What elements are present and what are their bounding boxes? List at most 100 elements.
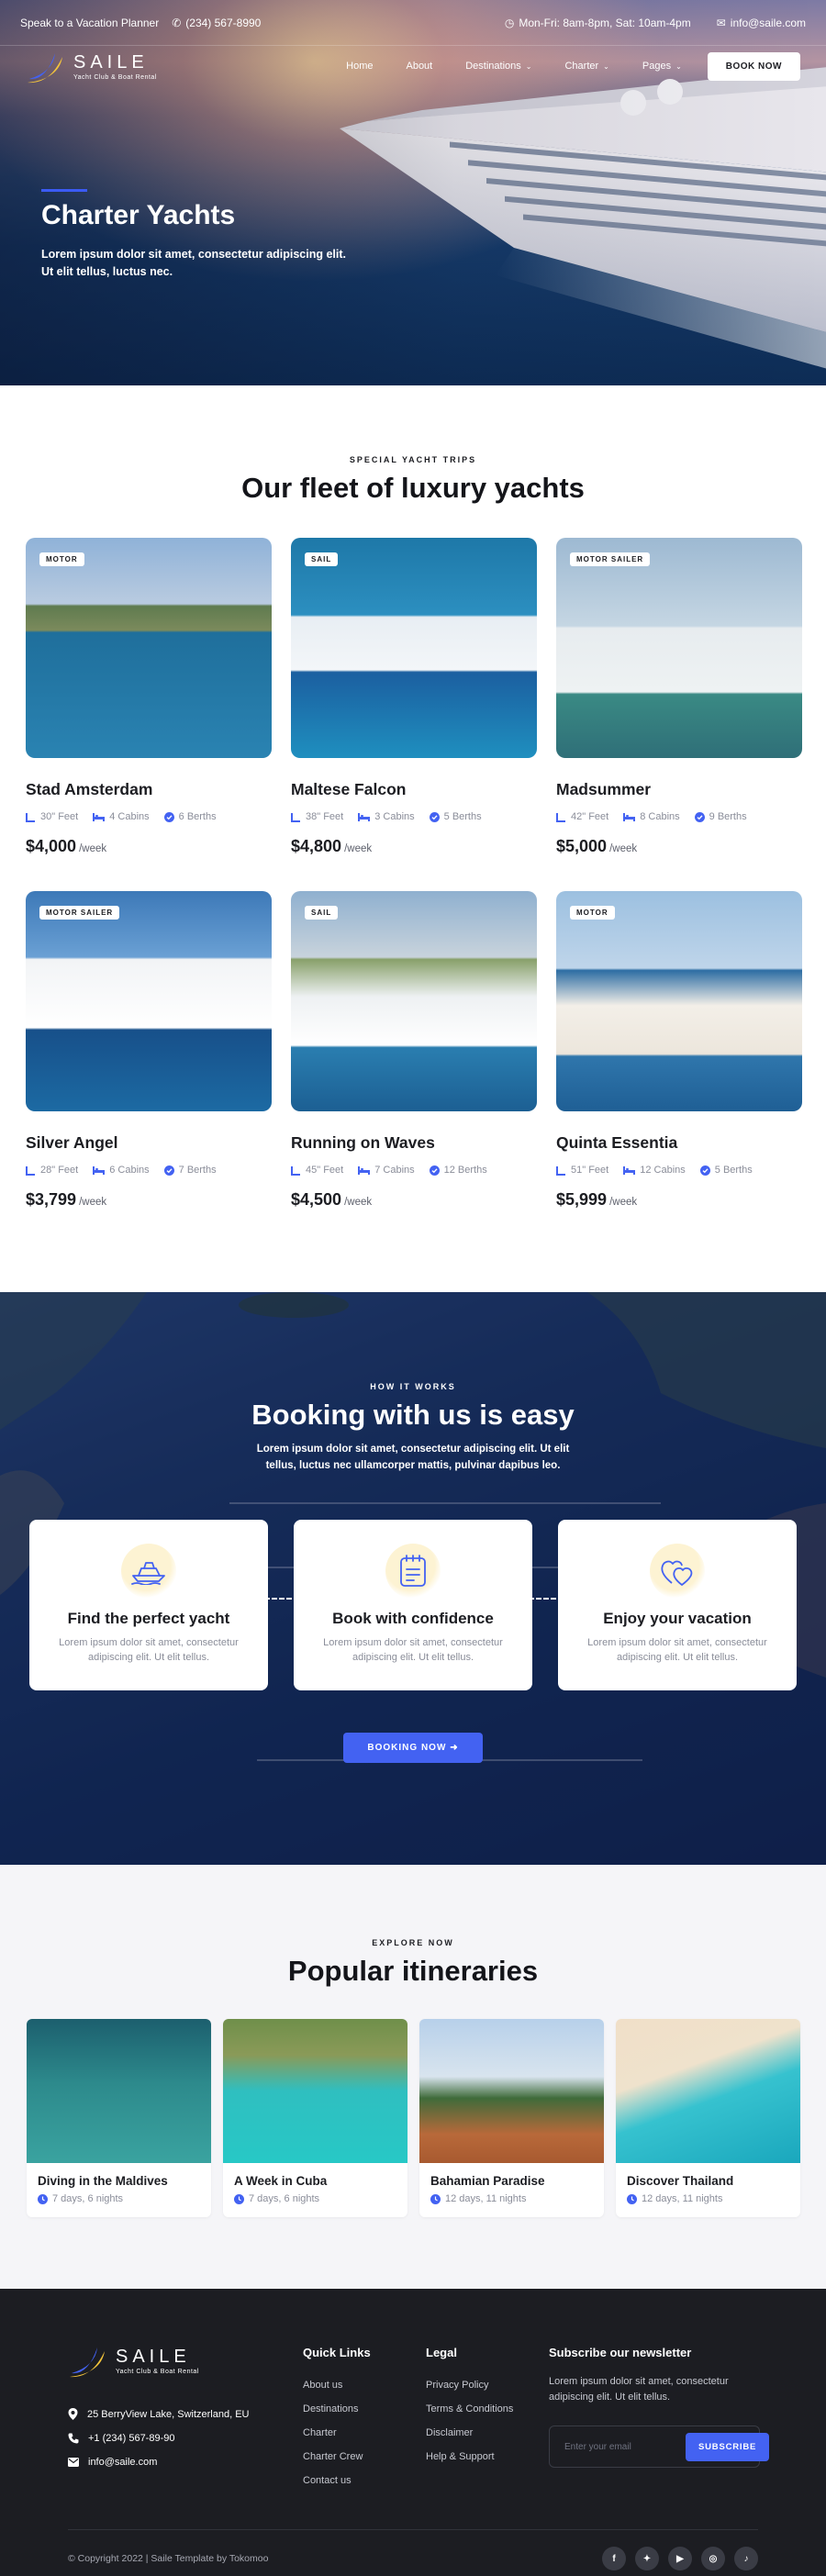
yacht-name[interactable]: Stad Amsterdam	[26, 780, 272, 799]
yacht-specs: 42" Feet 8 Cabins 9 Berths	[556, 811, 802, 822]
yacht-image[interactable]: MOTOR SAILER	[26, 891, 272, 1111]
footer-link-about[interactable]: About us	[303, 2380, 371, 2391]
site-logo[interactable]: SAILE Yacht Club & Boat Rental	[26, 48, 157, 84]
yacht-image[interactable]: MOTOR	[26, 538, 272, 758]
yacht-price: $5,999/week	[556, 1190, 802, 1210]
nav-pages[interactable]: Pages ⌄	[642, 61, 682, 72]
yacht-image[interactable]: MOTOR SAILER	[556, 538, 802, 758]
itinerary-name[interactable]: A Week in Cuba	[234, 2174, 396, 2188]
itinerary-image[interactable]	[27, 2019, 211, 2163]
yacht-price: $3,799/week	[26, 1190, 272, 1210]
yacht-specs: 28" Feet 6 Cabins 7 Berths	[26, 1165, 272, 1176]
yacht-berths-text: 12 Berths	[443, 1165, 487, 1176]
badge-check-icon	[694, 811, 705, 822]
footer-contact: 25 BerryView Lake, Switzerland, EU +1 (2…	[68, 2408, 250, 2481]
yacht-name[interactable]: Silver Angel	[26, 1133, 272, 1153]
hero-title: Charter Yachts	[41, 200, 236, 230]
yacht-type-tag: MOTOR	[39, 552, 84, 566]
nav-destinations[interactable]: Destinations ⌄	[465, 61, 531, 72]
footer-phone[interactable]: +1 (234) 567-89-90	[68, 2433, 250, 2444]
subscribe-button[interactable]: SUBSCRIBE	[686, 2432, 770, 2461]
itinerary-name[interactable]: Discover Thailand	[627, 2174, 789, 2188]
yacht-price: $4,800/week	[291, 837, 537, 856]
newsletter: Subscribe our newsletter Lorem ipsum dol…	[549, 2346, 770, 2468]
clock-icon	[38, 2193, 48, 2204]
yacht-name[interactable]: Running on Waves	[291, 1133, 537, 1153]
main-navigation: SAILE Yacht Club & Boat Rental Home Abou…	[0, 46, 826, 86]
newsletter-email-input[interactable]	[564, 2441, 686, 2452]
step-card: Enjoy your vacation Lorem ipsum dolor si…	[558, 1520, 797, 1690]
yacht-cabins-text: 8 Cabins	[640, 811, 680, 822]
twitter-icon[interactable]: ✦	[635, 2547, 659, 2570]
tiktok-icon[interactable]: ♪	[734, 2547, 758, 2570]
clock-icon	[234, 2193, 244, 2204]
arrow-right-icon: ➜	[450, 1743, 459, 1753]
yacht-card[interactable]: MOTOR SAILER Silver Angel 28" Feet 6 Cab…	[26, 891, 272, 1210]
yacht-image[interactable]: SAIL	[291, 891, 537, 1111]
footer-link-charter-crew[interactable]: Charter Crew	[303, 2451, 371, 2462]
itinerary-card[interactable]: Discover Thailand 12 days, 11 nights	[616, 2019, 800, 2217]
itinerary-card[interactable]: Bahamian Paradise 12 days, 11 nights	[419, 2019, 604, 2217]
yacht-card[interactable]: MOTOR Stad Amsterdam 30" Feet 4 Cabins 6…	[26, 538, 272, 856]
yacht-name[interactable]: Madsummer	[556, 780, 802, 799]
yacht-berths: 12 Berths	[429, 1165, 487, 1176]
yacht-grid: MOTOR Stad Amsterdam 30" Feet 4 Cabins 6…	[26, 538, 802, 1210]
bed-icon	[623, 812, 636, 821]
yacht-image[interactable]: MOTOR	[556, 891, 802, 1111]
yacht-name[interactable]: Quinta Essentia	[556, 1133, 802, 1153]
yacht-cabins: 3 Cabins	[358, 811, 415, 822]
fleet-section: SPECIAL YACHT TRIPS Our fleet of luxury …	[0, 385, 826, 1292]
nav-about[interactable]: About	[406, 61, 432, 72]
chevron-down-icon: ⌄	[603, 61, 609, 71]
instagram-icon[interactable]: ◎	[701, 2547, 725, 2570]
footer-logo[interactable]: SAILE Yacht Club & Boat Rental	[68, 2342, 199, 2379]
yacht-card[interactable]: MOTOR SAILER Madsummer 42" Feet 8 Cabins…	[556, 538, 802, 856]
footer-email[interactable]: info@saile.com	[68, 2457, 250, 2468]
nav-charter[interactable]: Charter ⌄	[564, 61, 608, 72]
yacht-length-text: 51" Feet	[571, 1165, 609, 1176]
logo-sail-icon	[70, 2347, 105, 2378]
yacht-berths-text: 7 Berths	[178, 1165, 217, 1176]
yacht-card[interactable]: SAIL Maltese Falcon 38" Feet 3 Cabins 5 …	[291, 538, 537, 856]
itinerary-grid: Diving in the Maldives 7 days, 6 nights …	[27, 2019, 826, 2217]
how-title: Booking with us is easy	[251, 1399, 575, 1431]
itinerary-image[interactable]	[419, 2019, 604, 2163]
yacht-length-text: 45" Feet	[306, 1165, 344, 1176]
footer-link-disclaimer[interactable]: Disclaimer	[426, 2427, 513, 2438]
yacht-cabins: 12 Cabins	[623, 1165, 686, 1176]
footer-link-destinations[interactable]: Destinations	[303, 2403, 371, 2414]
footer-link-terms[interactable]: Terms & Conditions	[426, 2403, 513, 2414]
itinerary-name[interactable]: Bahamian Paradise	[430, 2174, 593, 2188]
footer-address: 25 BerryView Lake, Switzerland, EU	[68, 2408, 250, 2420]
itinerary-image[interactable]	[223, 2019, 407, 2163]
yacht-image[interactable]: SAIL	[291, 538, 537, 758]
yacht-type-tag: MOTOR SAILER	[570, 552, 651, 566]
book-now-button[interactable]: BOOK NOW	[707, 51, 800, 81]
badge-check-icon	[699, 1165, 710, 1176]
itinerary-duration-text: 7 days, 6 nights	[52, 2193, 124, 2204]
footer-link-charter[interactable]: Charter	[303, 2427, 371, 2438]
topbar-phone[interactable]: ✆ (234) 567-8990	[172, 17, 261, 29]
footer-link-contact[interactable]: Contact us	[303, 2475, 371, 2486]
itinerary-card[interactable]: Diving in the Maldives 7 days, 6 nights	[27, 2019, 211, 2217]
footer-link-privacy[interactable]: Privacy Policy	[426, 2380, 513, 2391]
nav-home[interactable]: Home	[346, 61, 373, 72]
itinerary-name[interactable]: Diving in the Maldives	[38, 2174, 200, 2188]
footer-link-help[interactable]: Help & Support	[426, 2451, 513, 2462]
yacht-berths-text: 5 Berths	[443, 811, 482, 822]
top-bar: Speak to a Vacation Planner ✆ (234) 567-8…	[0, 0, 826, 46]
itinerary-image[interactable]	[616, 2019, 800, 2163]
phone-icon: ✆	[172, 16, 182, 29]
yacht-card[interactable]: MOTOR Quinta Essentia 51" Feet 12 Cabins…	[556, 891, 802, 1210]
yacht-price-value: $4,800	[291, 837, 342, 855]
itinerary-card[interactable]: A Week in Cuba 7 days, 6 nights	[223, 2019, 407, 2217]
yacht-name[interactable]: Maltese Falcon	[291, 780, 537, 799]
nav-charter-label: Charter	[564, 61, 599, 72]
youtube-icon[interactable]: ▶	[668, 2547, 692, 2570]
booking-now-button[interactable]: BOOKING NOW ➜	[343, 1733, 483, 1763]
topbar-email[interactable]: ✉ info@saile.com	[717, 17, 806, 29]
step-text: Lorem ipsum dolor sit amet, consectetur …	[587, 1637, 767, 1663]
yacht-cabins: 4 Cabins	[93, 811, 150, 822]
yacht-card[interactable]: SAIL Running on Waves 45" Feet 7 Cabins …	[291, 891, 537, 1210]
facebook-icon[interactable]: f	[602, 2547, 626, 2570]
